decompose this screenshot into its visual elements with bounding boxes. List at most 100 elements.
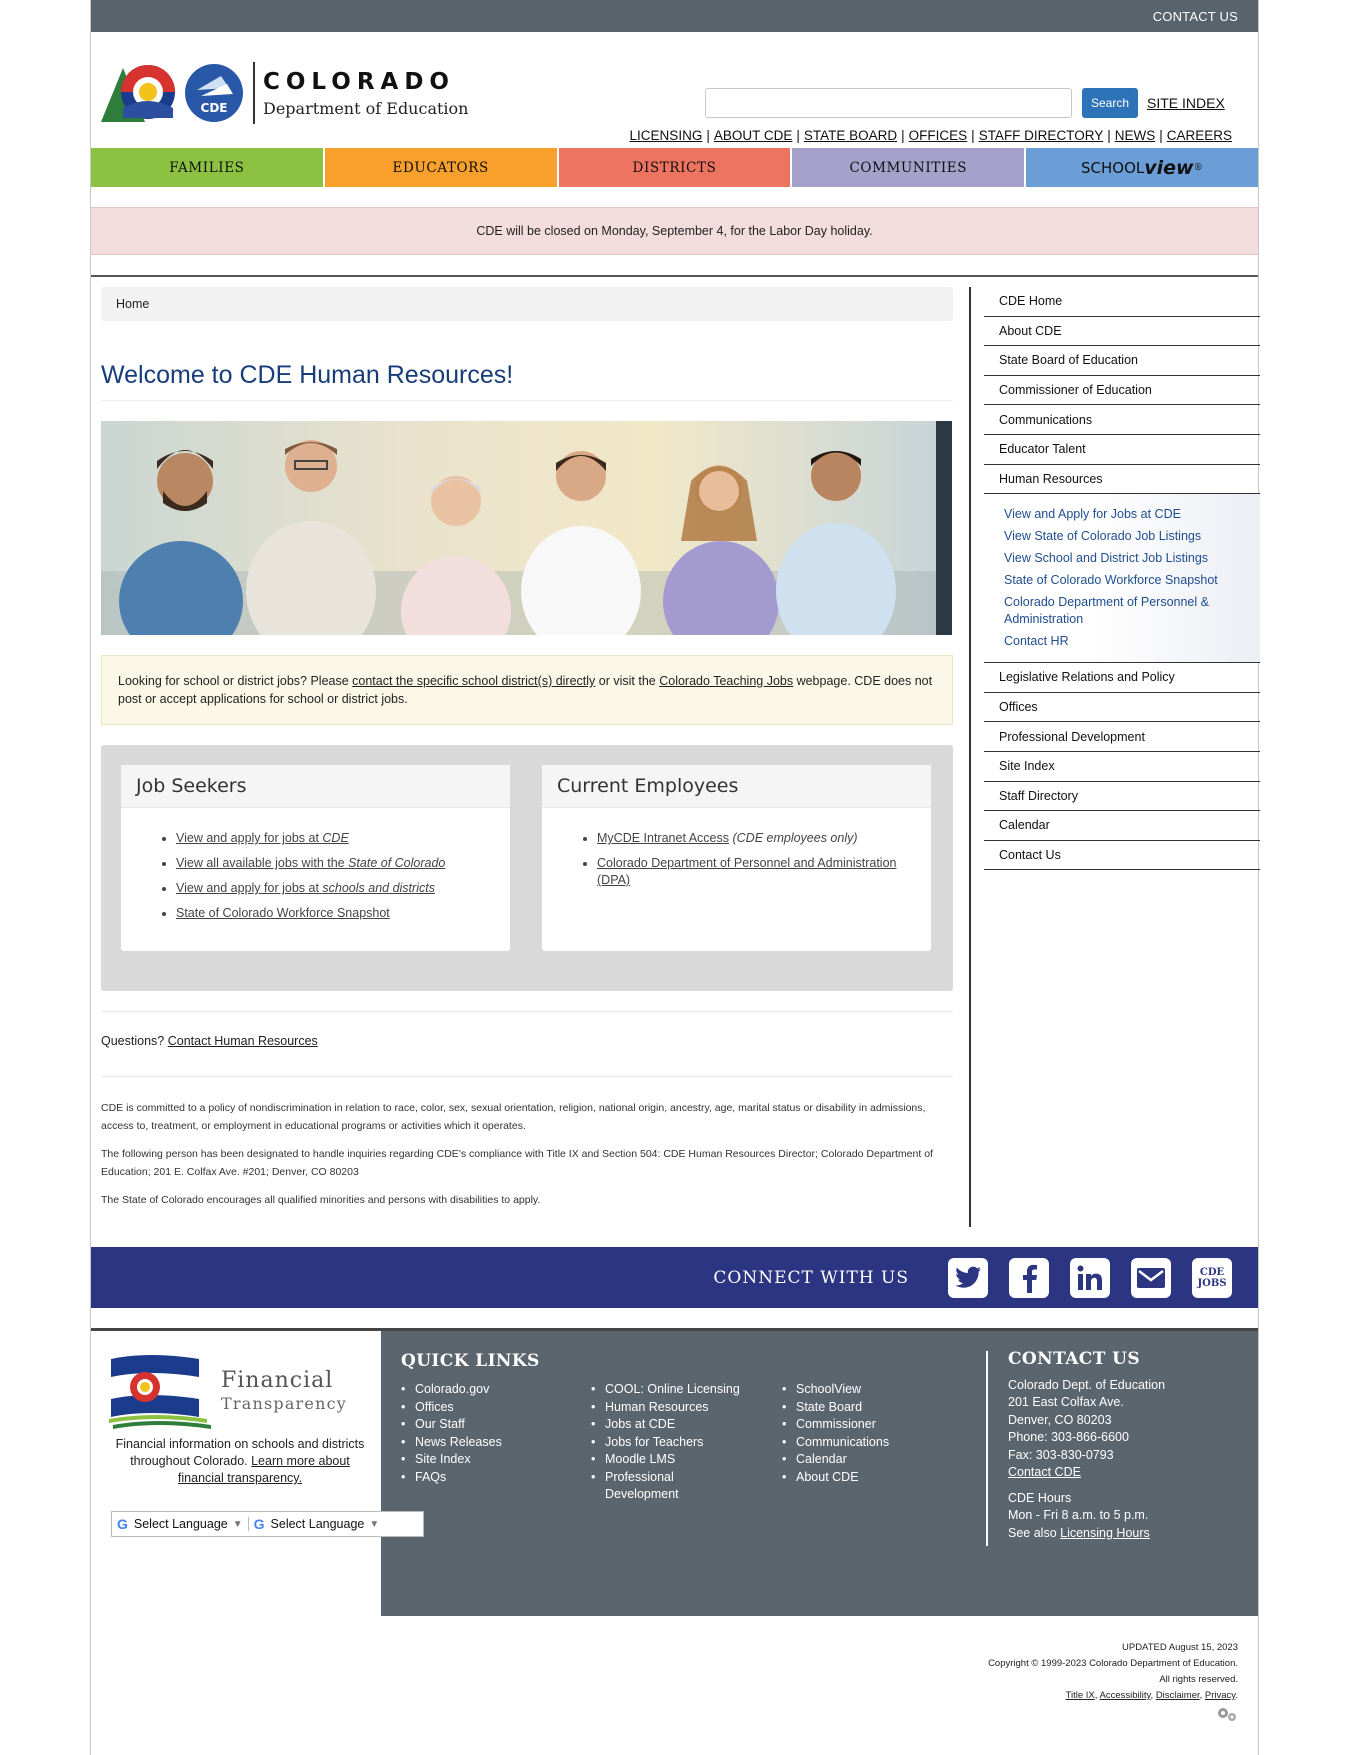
title-ix-link[interactable]: Title IX [1066, 1690, 1095, 1701]
sidebar-divider [969, 287, 971, 1227]
settings-gear-icon[interactable] [988, 1706, 1238, 1728]
quick-link[interactable]: Offices [401, 1399, 502, 1417]
quick-link[interactable]: Site Index [401, 1451, 502, 1469]
sidebar-item-human-resources[interactable]: Human Resources [984, 465, 1260, 495]
quick-link[interactable]: Colorado.gov [401, 1381, 502, 1399]
financial-transparency-logo[interactable]: Financial Transparency [109, 1351, 349, 1431]
quick-link[interactable]: Moodle LMS [591, 1451, 751, 1469]
sidebar-item-staff-directory[interactable]: Staff Directory [984, 782, 1260, 812]
colorado-flag-icon [101, 65, 175, 122]
nav-educators[interactable]: EDUCATORS [324, 148, 557, 187]
state-jobs-link[interactable]: View all available jobs with the State o… [176, 856, 445, 870]
quick-link[interactable]: State Board [782, 1399, 889, 1417]
sidebar-item-cde-home[interactable]: CDE Home [984, 287, 1260, 317]
search-input[interactable] [705, 88, 1072, 118]
search-button[interactable]: Search [1082, 88, 1138, 118]
colorado-teaching-jobs-link[interactable]: Colorado Teaching Jobs [659, 674, 793, 688]
nav-families[interactable]: FAMILIES [91, 148, 323, 187]
privacy-link[interactable]: Privacy [1205, 1690, 1235, 1701]
accessibility-link[interactable]: Accessibility [1100, 1690, 1151, 1701]
state-board-link[interactable]: STATE BOARD [804, 128, 897, 143]
list-item: View all available jobs with the State o… [176, 855, 510, 872]
contact-us-link[interactable]: CONTACT US [1153, 9, 1238, 24]
quick-link[interactable]: About CDE [782, 1469, 889, 1487]
quick-link[interactable]: Commissioner [782, 1416, 889, 1434]
contact-title: CONTACT US [1008, 1349, 1140, 1369]
submenu-item-cde-jobs[interactable]: View and Apply for Jobs at CDE [1004, 506, 1260, 523]
quick-link[interactable]: Our Staff [401, 1416, 502, 1434]
cde-jobs-icon[interactable]: CDE JOBS [1192, 1257, 1232, 1298]
offices-link[interactable]: OFFICES [909, 128, 968, 143]
quick-link[interactable]: Jobs for Teachers [591, 1434, 751, 1452]
sidebar-item-educator-talent[interactable]: Educator Talent [984, 435, 1260, 465]
licensing-hours-link[interactable]: Licensing Hours [1060, 1526, 1150, 1540]
nav-districts[interactable]: DISTRICTS [558, 148, 791, 187]
cde-jobs-icon-line1: CDE [1199, 1266, 1225, 1278]
submenu-item-contact-hr[interactable]: Contact HR [1004, 633, 1260, 650]
nav-schoolview[interactable]: SCHOOL view ® [1026, 148, 1258, 187]
sidebar-item-professional-development[interactable]: Professional Development [984, 722, 1260, 752]
schoolview-trademark: ® [1193, 162, 1204, 173]
job-seekers-title: Job Seekers [121, 765, 510, 808]
facebook-icon[interactable] [1009, 1257, 1049, 1298]
sidebar-item-site-index[interactable]: Site Index [984, 752, 1260, 782]
quick-link[interactable]: Calendar [782, 1451, 889, 1469]
quick-link[interactable]: COOL: Online Licensing [591, 1381, 751, 1399]
licensing-link[interactable]: LICENSING [630, 128, 703, 143]
cde-logo[interactable]: CDE COLORADO Department of Education [101, 60, 468, 126]
utility-links: LICENSING | ABOUT CDE | STATE BOARD | OFFICES |… [629, 128, 1232, 143]
quick-link[interactable]: Professional Development [591, 1469, 701, 1504]
quick-link[interactable]: News Releases [401, 1434, 502, 1452]
sidebar-item-calendar[interactable]: Calendar [984, 811, 1260, 841]
school-district-jobs-link[interactable]: View and apply for jobs at schools and d… [176, 881, 435, 895]
workforce-snapshot-link[interactable]: State of Colorado Workforce Snapshot [176, 906, 390, 920]
sidebar-item-offices[interactable]: Offices [984, 693, 1260, 723]
current-employees-card: Current Employees MyCDE Intranet Access … [542, 765, 931, 951]
list-item: View and apply for jobs at schools and d… [176, 880, 510, 897]
disclaimer-link[interactable]: Disclaimer [1156, 1690, 1200, 1701]
team-photo-illustration [101, 421, 952, 635]
header: CDE COLORADO Department of Education Sea… [91, 32, 1258, 148]
holiday-alert: CDE will be closed on Monday, September … [91, 207, 1258, 255]
cde-jobs-link[interactable]: View and apply for jobs at CDE [176, 831, 349, 845]
sidebar-item-commissioner[interactable]: Commissioner of Education [984, 376, 1260, 406]
sidebar-item-communications[interactable]: Communications [984, 405, 1260, 435]
policy-paragraph: The following person has been designated… [101, 1148, 933, 1178]
nav-communities[interactable]: COMMUNITIES [792, 148, 1025, 187]
news-link[interactable]: NEWS [1115, 128, 1156, 143]
quick-link[interactable]: Human Resources [591, 1399, 751, 1417]
linkedin-icon[interactable] [1070, 1257, 1110, 1298]
submenu-item-workforce-snapshot[interactable]: State of Colorado Workforce Snapshot [1004, 572, 1260, 589]
sidebar-item-contact-us[interactable]: Contact Us [984, 841, 1260, 871]
twitter-icon[interactable] [948, 1257, 988, 1298]
site-index-link[interactable]: SITE INDEX [1147, 95, 1225, 111]
contact-hr-link[interactable]: Contact Human Resources [168, 1034, 318, 1048]
quick-link[interactable]: Jobs at CDE [591, 1416, 751, 1434]
quick-links-col3: SchoolView State Board Commissioner Comm… [782, 1381, 889, 1486]
email-icon[interactable] [1131, 1257, 1171, 1298]
quick-link[interactable]: FAQs [401, 1469, 502, 1487]
sidebar-item-state-board[interactable]: State Board of Education [984, 346, 1260, 376]
sidebar-item-legislative[interactable]: Legislative Relations and Policy [984, 663, 1260, 693]
language-selector[interactable]: G Select Language ▼ G Select Language ▼ [111, 1511, 424, 1537]
dpa-link[interactable]: Colorado Department of Personnel and Adm… [597, 856, 896, 887]
cde-seal-icon: CDE [185, 64, 243, 122]
submenu-item-school-jobs[interactable]: View School and District Job Listings [1004, 550, 1260, 567]
quick-link[interactable]: Communications [782, 1434, 889, 1452]
quick-link[interactable]: SchoolView [782, 1381, 889, 1399]
school-district-contact-link[interactable]: contact the specific school district(s) … [352, 674, 595, 688]
submenu-item-dpa[interactable]: Colorado Department of Personnel & Admin… [1004, 594, 1260, 628]
staff-directory-link[interactable]: STAFF DIRECTORY [979, 128, 1104, 143]
contact-cde-link[interactable]: Contact CDE [1008, 1465, 1081, 1479]
questions-line: Questions? Contact Human Resources [101, 1011, 953, 1048]
jobs-panel: Job Seekers View and apply for jobs at C… [101, 745, 953, 991]
employees-only-note: (CDE employees only) [729, 831, 858, 845]
notice-text-2: or visit the [595, 674, 660, 688]
sidebar-item-about-cde[interactable]: About CDE [984, 317, 1260, 347]
submenu-item-state-jobs[interactable]: View State of Colorado Job Listings [1004, 528, 1260, 545]
careers-link[interactable]: CAREERS [1167, 128, 1232, 143]
mycde-intranet-link[interactable]: MyCDE Intranet Access [597, 831, 729, 845]
breadcrumb-home[interactable]: Home [116, 297, 149, 311]
about-cde-link[interactable]: ABOUT CDE [714, 128, 793, 143]
job-seekers-list: View and apply for jobs at CDE View all … [121, 830, 510, 922]
